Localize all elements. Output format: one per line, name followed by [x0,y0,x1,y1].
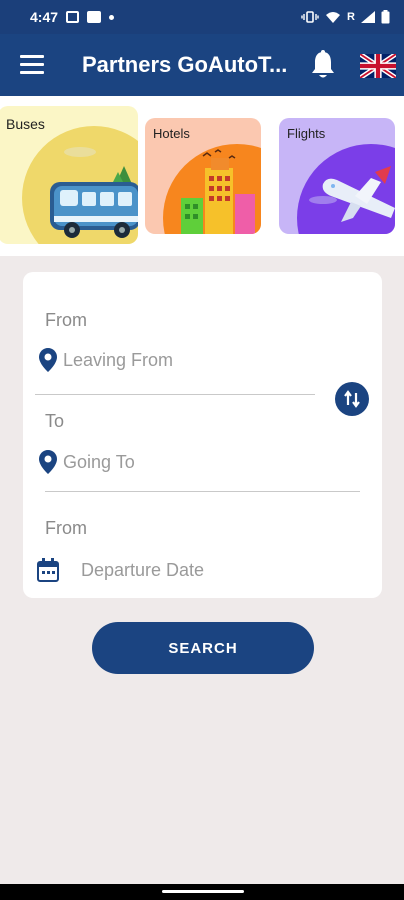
leaving-from-input[interactable]: Leaving From [39,348,309,372]
system-navigation-bar [0,884,404,900]
category-label: Buses [6,116,45,132]
divider [35,394,315,395]
home-gesture-handle[interactable] [162,890,244,893]
status-bar: 4:47 R [0,0,404,34]
more-notifications-icon [109,14,115,20]
category-flights[interactable]: Flights [279,118,395,234]
location-pin-icon [39,450,57,474]
roaming-indicator: R [347,11,355,23]
wifi-icon [326,12,341,23]
leaving-from-placeholder: Leaving From [63,349,174,370]
uk-flag-icon[interactable] [358,52,398,80]
departure-date-placeholder: Departure Date [81,559,205,580]
battery-icon [381,10,390,24]
category-buses[interactable]: Buses [0,106,138,244]
signal-icon [361,11,375,23]
notification-app-icon [66,11,80,23]
location-pin-icon [39,348,57,372]
calendar-icon [37,558,59,582]
search-form-card: From Leaving From To Going To From Depar… [23,272,382,598]
from-label: From [45,310,87,330]
category-label: Hotels [153,126,190,141]
status-time: 4:47 [30,9,59,25]
search-button[interactable]: SEARCH [92,622,314,674]
to-label: To [45,411,65,431]
going-to-placeholder: Going To [63,451,135,472]
date-label: From [45,518,87,538]
going-to-input[interactable]: Going To [39,450,309,474]
bell-icon[interactable] [308,49,338,81]
app-title: Partners GoAutoT... [82,52,288,77]
divider [45,491,360,492]
category-hotels[interactable]: Hotels [145,118,261,234]
category-label: Flights [287,126,326,141]
category-strip: Buses Hotels Flights [0,96,404,256]
menu-icon[interactable] [20,55,44,75]
swap-icon[interactable] [335,382,369,416]
mail-icon [87,11,102,23]
vibrate-icon [301,11,319,23]
departure-date-input[interactable]: Departure Date [37,558,337,582]
app-bar: Partners GoAutoT... [0,34,404,96]
